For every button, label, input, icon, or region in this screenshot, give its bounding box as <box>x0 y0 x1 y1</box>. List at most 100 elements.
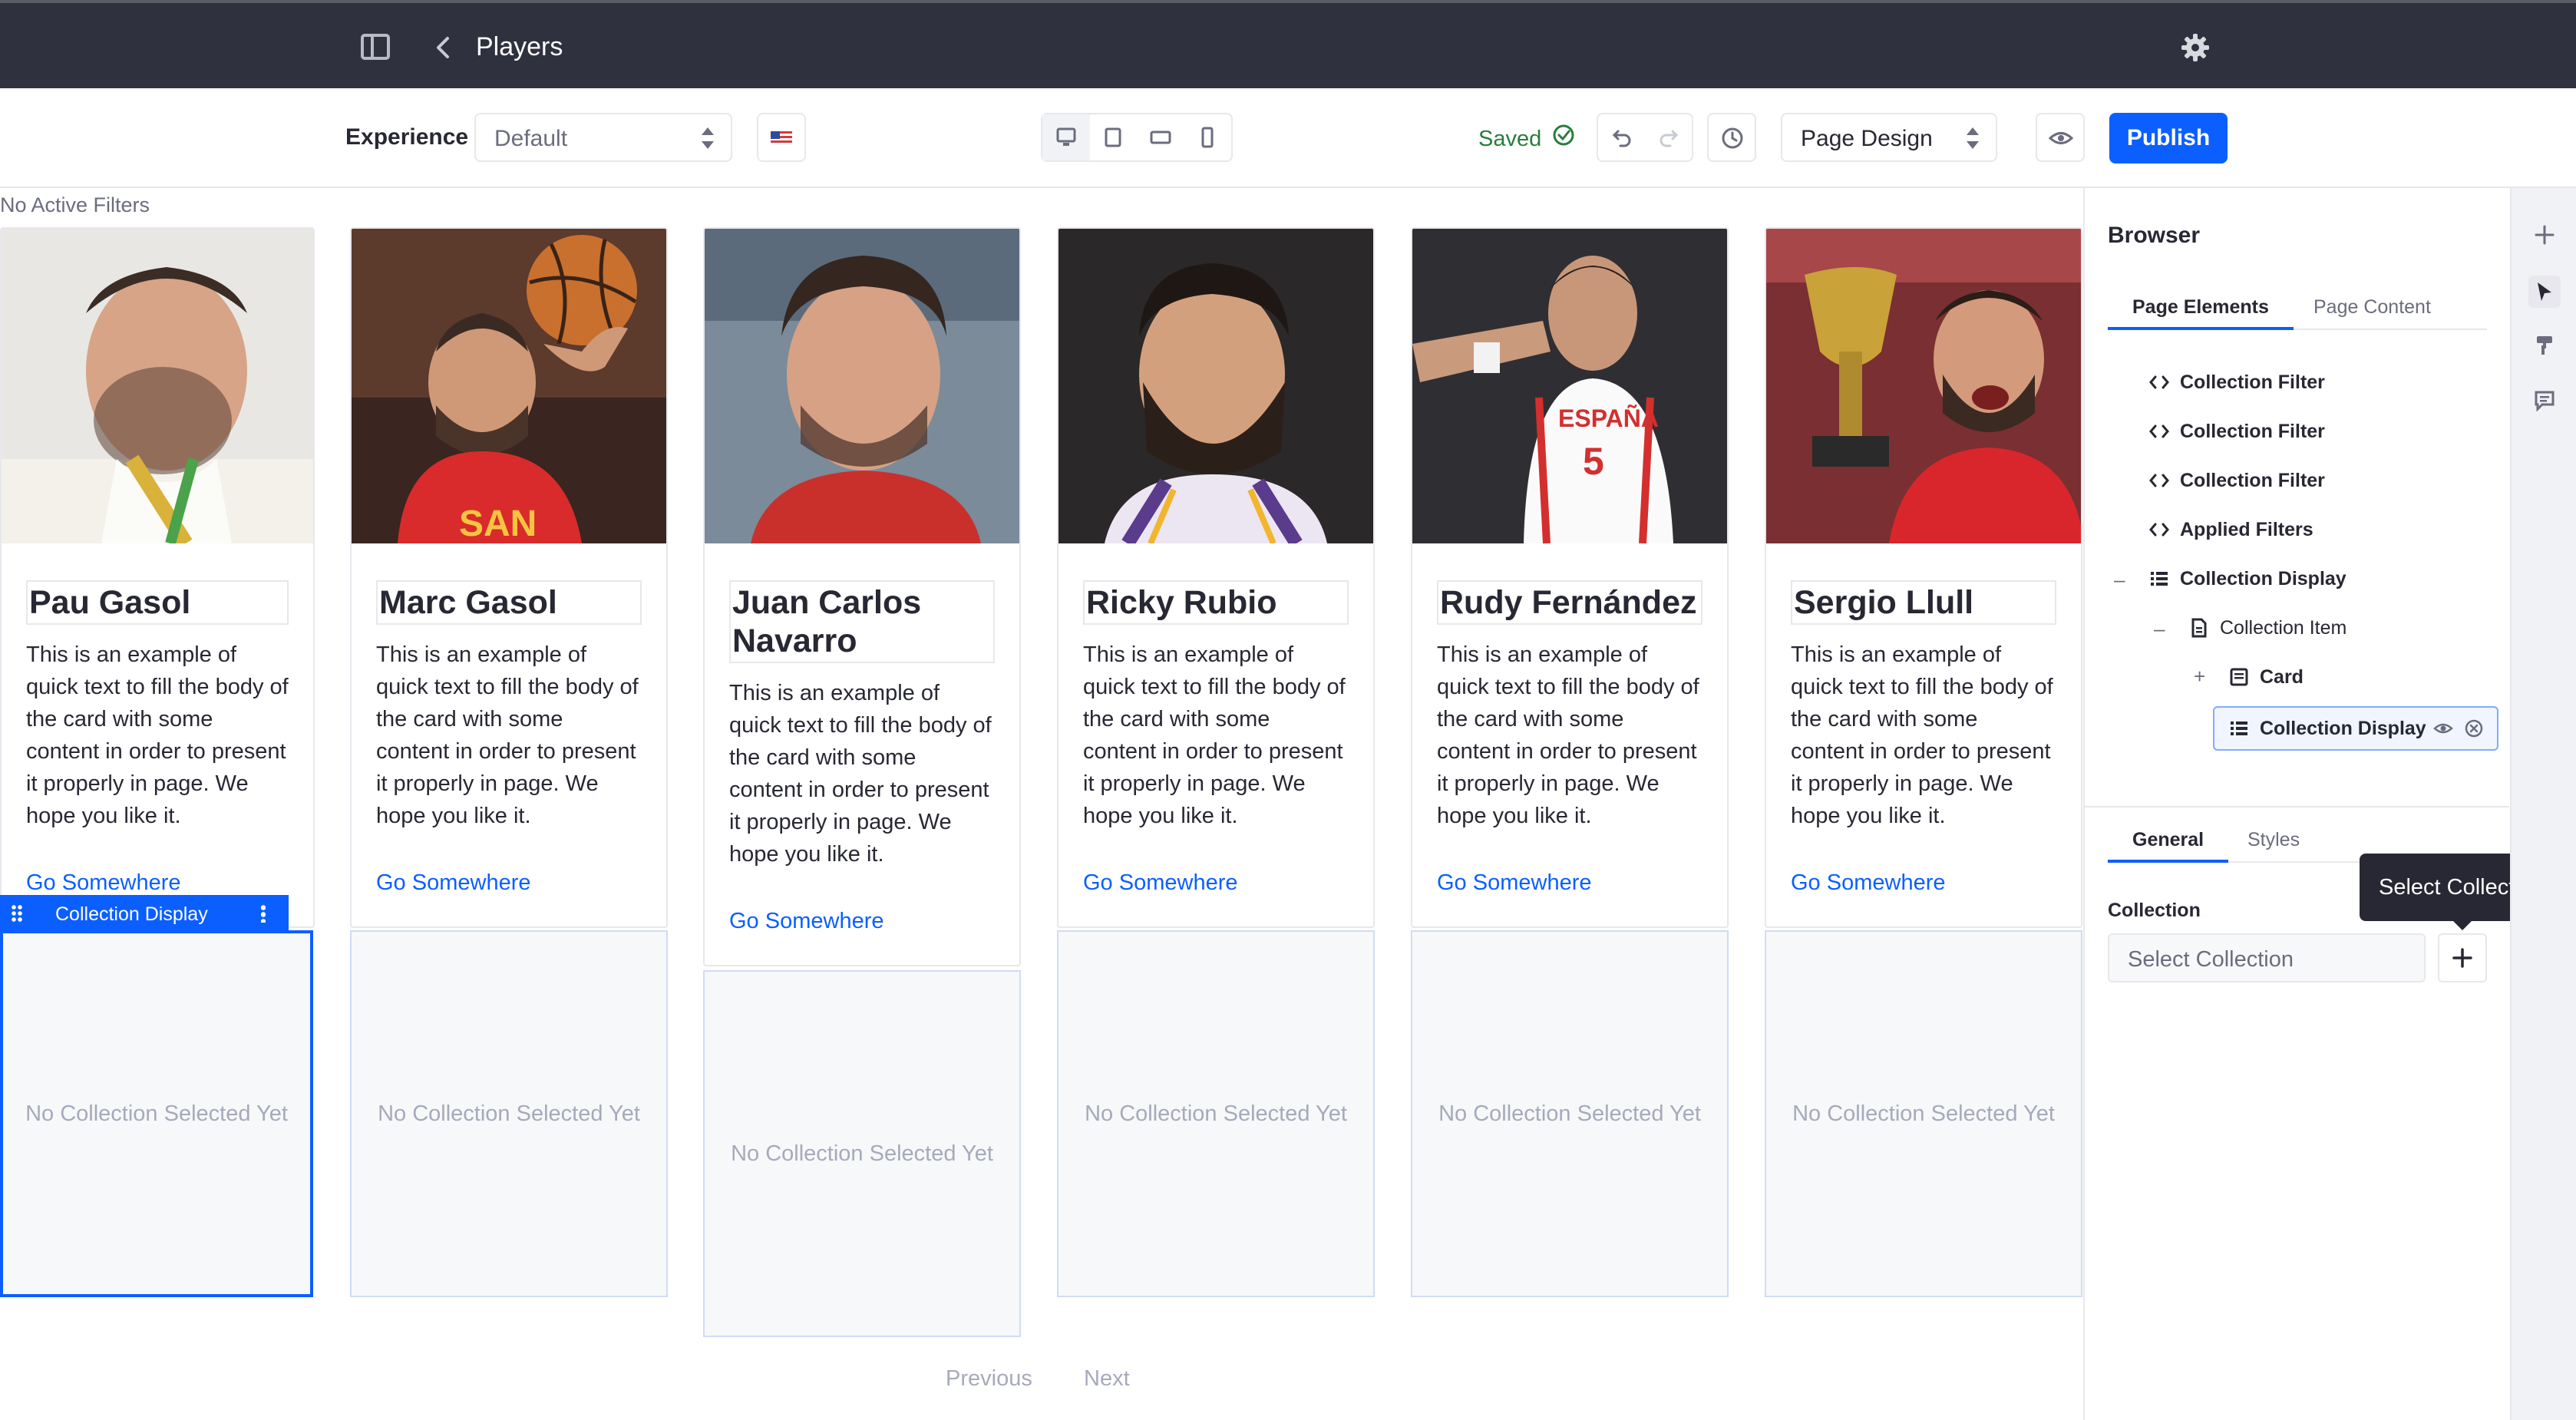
tab-styles[interactable]: Styles <box>2223 824 2324 863</box>
player-photo-image <box>705 229 1019 543</box>
saved-status: Saved <box>1478 127 1542 151</box>
tree-item-applied-filters[interactable]: Applied Filters <box>2148 510 2313 549</box>
collection-field-label: Collection <box>2108 900 2201 921</box>
collection-display-empty[interactable]: No Collection Selected Yet <box>1411 930 1729 1297</box>
collection-display-empty[interactable]: No Collection Selected Yet <box>703 970 1021 1337</box>
tree-item-collection-item[interactable]: Collection Item <box>2188 609 2346 647</box>
select-caret-icon <box>1967 127 1979 149</box>
tablet-device-button[interactable] <box>1090 114 1138 160</box>
player-photo: ESPAÑA 5 <box>1412 229 1727 543</box>
player-name: Marc Gasol <box>376 580 642 625</box>
history-button[interactable] <box>1707 113 1756 162</box>
landscape-phone-device-button[interactable] <box>1137 114 1184 160</box>
browser-rail-button[interactable] <box>2528 276 2561 308</box>
browser-tabs: Page Elements Page Content <box>2108 292 2487 330</box>
code-icon <box>2148 469 2171 492</box>
code-icon <box>2148 518 2171 541</box>
previous-page-button[interactable]: Previous <box>946 1366 1032 1392</box>
tree-item-label: Card <box>2260 665 2304 688</box>
go-somewhere-link[interactable]: Go Somewhere <box>26 870 289 896</box>
go-somewhere-link[interactable]: Go Somewhere <box>1791 870 2056 896</box>
redo-button[interactable] <box>1645 114 1692 160</box>
mode-select-value: Page Design <box>1801 126 1933 151</box>
collection-select-input[interactable]: Select Collection <box>2108 933 2426 982</box>
player-card: Pau Gasol This is an example of quick te… <box>0 227 315 928</box>
collection-display-empty[interactable]: No Collection Selected Yet <box>0 930 313 1297</box>
collapse-toggle-icon[interactable]: – <box>2114 568 2125 592</box>
go-somewhere-link[interactable]: Go Somewhere <box>376 870 642 896</box>
tab-page-elements[interactable]: Page Elements <box>2108 292 2294 330</box>
undo-icon <box>1612 130 1630 147</box>
go-somewhere-link[interactable]: Go Somewhere <box>1083 870 1349 896</box>
list-icon <box>2228 717 2251 740</box>
go-somewhere-link[interactable]: Go Somewhere <box>729 909 995 934</box>
us-flag-icon <box>771 131 792 145</box>
player-description: This is an example of quick text to fill… <box>376 642 639 828</box>
tab-general[interactable]: General <box>2108 824 2229 863</box>
tablet-icon <box>1105 127 1121 147</box>
player-name: Ricky Rubio <box>1083 580 1349 625</box>
experience-label: Experience <box>345 124 469 150</box>
tree-item-collection-display-selected[interactable]: Collection Display <box>2228 709 2426 748</box>
code-icon <box>2148 420 2171 443</box>
gear-icon[interactable] <box>2180 32 2211 63</box>
redo-icon <box>1660 130 1678 147</box>
chevron-left-icon[interactable] <box>430 34 457 61</box>
go-somewhere-link[interactable]: Go Somewhere <box>1437 870 1702 896</box>
drag-handle-icon[interactable] <box>11 904 23 923</box>
comments-rail-button[interactable] <box>2528 385 2561 417</box>
player-photo-image <box>2 229 313 543</box>
collection-display-empty[interactable]: No Collection Selected Yet <box>350 930 668 1297</box>
empty-state-message: No Collection Selected Yet <box>1792 1101 2055 1126</box>
tree-item-label: Collection Item <box>2220 616 2347 639</box>
tree-item-label: Collection Display <box>2260 717 2426 739</box>
tab-page-content[interactable]: Page Content <box>2289 292 2455 330</box>
empty-state-message: No Collection Selected Yet <box>25 1101 288 1126</box>
tree-item-label: Applied Filters <box>2180 518 2313 540</box>
list-icon <box>2148 567 2171 590</box>
publish-button[interactable]: Publish <box>2109 113 2228 163</box>
portrait-phone-device-button[interactable] <box>1184 114 1232 160</box>
player-photo-image: ESPAÑA 5 <box>1412 229 1727 543</box>
preview-button[interactable] <box>2036 113 2085 162</box>
desktop-icon <box>1056 127 1076 146</box>
player-description: This is an example of quick text to fill… <box>26 642 289 828</box>
landscape-phone-icon <box>1150 130 1171 144</box>
player-name: Sergio Llull <box>1791 580 2056 625</box>
experience-select[interactable]: Default <box>474 113 732 162</box>
desktop-device-button[interactable] <box>1042 114 1090 160</box>
experience-select-value: Default <box>494 126 568 151</box>
undo-button[interactable] <box>1598 114 1645 160</box>
collection-display-empty[interactable]: No Collection Selected Yet <box>1765 930 2082 1297</box>
fragment-topper[interactable]: Collection Display <box>0 895 289 932</box>
player-description: This is an example of quick text to fill… <box>1083 642 1346 828</box>
language-selector-button[interactable] <box>757 113 806 162</box>
expand-toggle-icon[interactable]: + <box>2194 665 2205 689</box>
tree-item-collection-display[interactable]: Collection Display <box>2148 560 2346 598</box>
select-collection-button[interactable] <box>2438 933 2487 982</box>
cursor-icon <box>2538 282 2551 301</box>
tree-item-card[interactable]: Card <box>2228 658 2304 696</box>
remove-circle-icon[interactable] <box>2464 718 2484 738</box>
collapse-toggle-icon[interactable]: – <box>2154 617 2165 641</box>
player-photo <box>1766 229 2081 543</box>
page-design-rail-button[interactable] <box>2528 329 2561 362</box>
add-fragment-rail-button[interactable] <box>2528 219 2561 251</box>
kebab-menu-icon[interactable] <box>261 904 266 923</box>
eye-icon <box>2049 132 2073 144</box>
tree-item-label: Collection Filter <box>2180 371 2325 393</box>
tree-item-collection-filter[interactable]: Collection Filter <box>2148 363 2325 401</box>
sidebar-toggle-icon[interactable] <box>361 34 390 60</box>
portrait-phone-icon <box>1201 127 1214 148</box>
device-switcher <box>1041 113 1233 162</box>
tree-item-collection-filter[interactable]: Collection Filter <box>2148 461 2325 500</box>
eye-icon[interactable] <box>2433 718 2453 738</box>
player-card: Sergio Llull This is an example of quick… <box>1765 227 2082 928</box>
document-icon <box>2188 616 2211 639</box>
tree-item-collection-filter[interactable]: Collection Filter <box>2148 412 2325 451</box>
next-page-button[interactable]: Next <box>1084 1366 1130 1392</box>
mode-select[interactable]: Page Design <box>1781 113 1997 162</box>
browser-title: Browser <box>2108 223 2201 248</box>
collection-display-empty[interactable]: No Collection Selected Yet <box>1057 930 1375 1297</box>
player-description: This is an example of quick text to fill… <box>1791 642 2053 828</box>
